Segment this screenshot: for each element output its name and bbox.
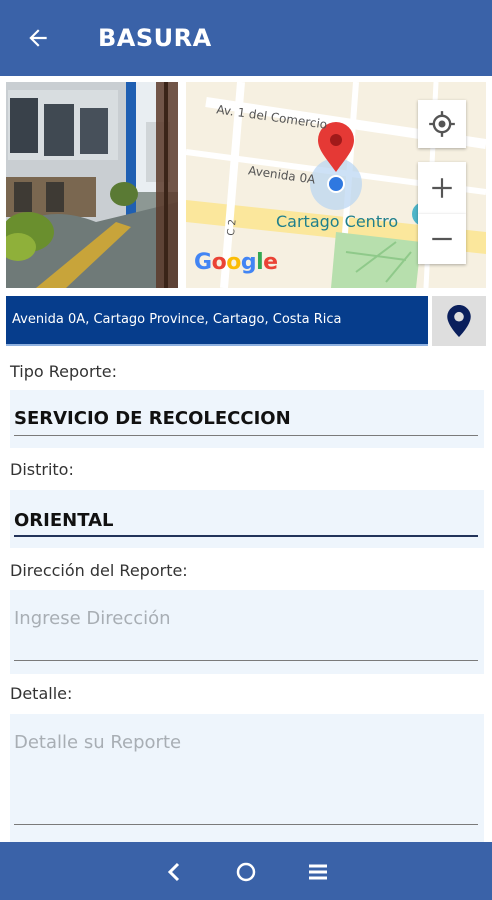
circle-icon: [236, 862, 256, 882]
detalle-placeholder: Detalle su Reporte: [14, 732, 182, 753]
nav-home-button[interactable]: [232, 858, 260, 886]
direccion-placeholder: Ingrese Dirección: [14, 608, 171, 629]
nav-menu-button[interactable]: [304, 858, 332, 886]
map-street-label-3: C 2: [225, 218, 239, 237]
distrito-label: Distrito:: [10, 460, 74, 479]
google-logo: Google: [194, 250, 278, 275]
chevron-left-icon: [167, 862, 180, 882]
back-button[interactable]: [20, 20, 56, 56]
my-location-icon: [429, 111, 455, 137]
nav-back-button[interactable]: [160, 858, 188, 886]
distrito-select[interactable]: ORIENTAL: [10, 490, 484, 548]
tipo-reporte-value: SERVICIO DE RECOLECCION: [14, 408, 291, 429]
detalle-input[interactable]: Detalle su Reporte: [10, 714, 484, 842]
my-location-button[interactable]: [418, 100, 466, 148]
menu-icon: [309, 864, 327, 880]
zoom-in-button[interactable]: [418, 162, 466, 214]
report-photo[interactable]: [6, 82, 178, 288]
direccion-input[interactable]: Ingrese Dirección: [10, 590, 484, 674]
address-field[interactable]: Avenida 0A, Cartago Province, Cartago, C…: [6, 296, 428, 346]
distrito-value: ORIENTAL: [14, 510, 114, 531]
system-nav-bar: [0, 842, 492, 900]
tipo-reporte-underline: [14, 435, 478, 436]
building-photo-image: [6, 82, 178, 288]
tipo-reporte-select[interactable]: SERVICIO DE RECOLECCION: [10, 390, 484, 448]
location-pin-button[interactable]: [432, 296, 486, 346]
plus-icon: [432, 178, 452, 198]
location-pin-icon: [447, 305, 471, 337]
direccion-underline: [14, 660, 478, 661]
map-place-label: Cartago Centro: [276, 212, 399, 231]
tipo-reporte-label: Tipo Reporte:: [10, 362, 118, 381]
minus-icon: [432, 237, 452, 241]
detalle-underline: [14, 824, 478, 825]
direccion-label: Dirección del Reporte:: [10, 561, 188, 580]
page-title: BASURA: [98, 24, 212, 52]
distrito-underline: [14, 535, 478, 537]
location-map[interactable]: Av. 1 del Comercio Avenida 0A C 2 Cartag…: [186, 82, 486, 288]
detalle-label: Detalle:: [10, 684, 73, 703]
arrow-left-icon: [29, 29, 47, 47]
app-bar: BASURA: [0, 0, 492, 76]
zoom-out-button[interactable]: [418, 214, 466, 264]
